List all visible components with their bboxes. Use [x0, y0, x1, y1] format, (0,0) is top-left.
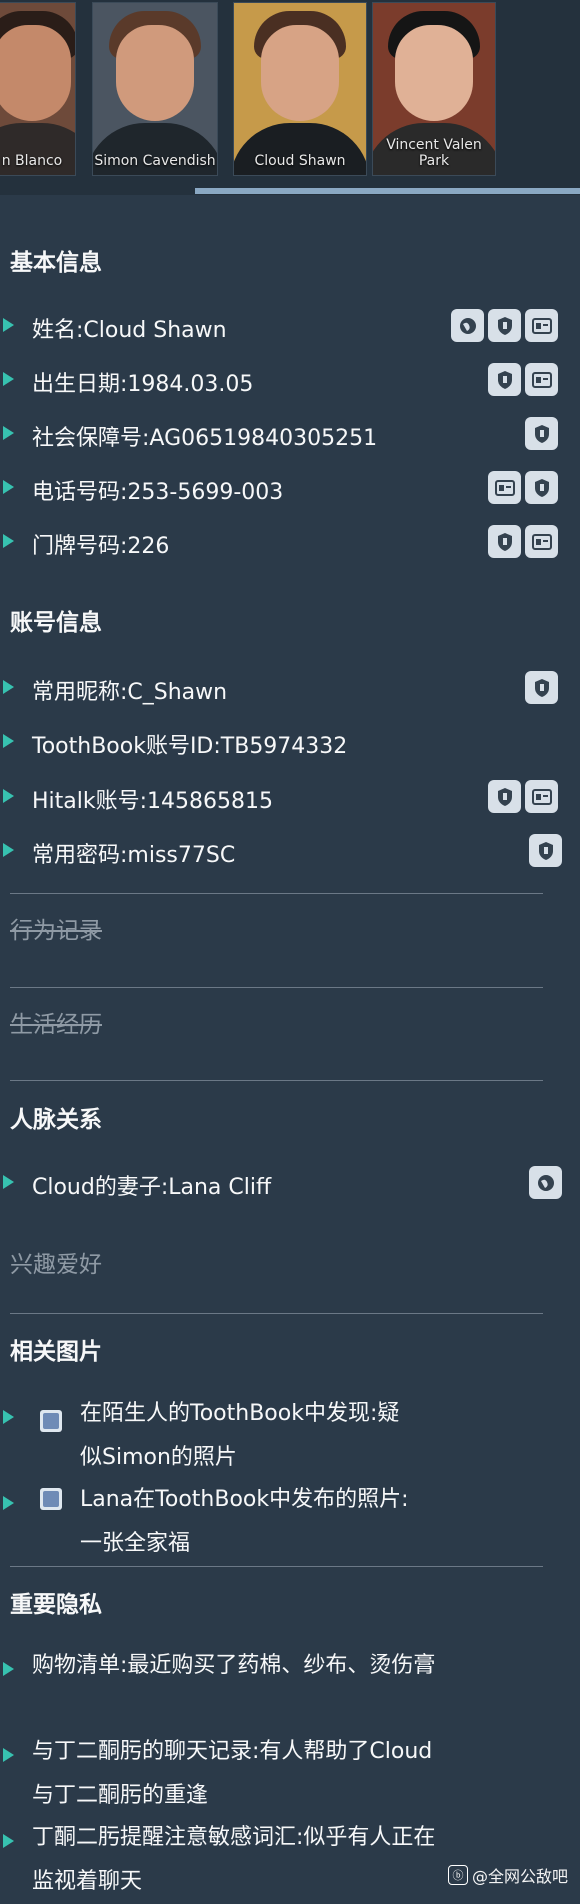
info-row[interactable]: Cloud的妻子:Lana Cliff	[0, 1163, 580, 1203]
info-row[interactable]: 常用密码:miss77SC	[0, 831, 580, 871]
divider	[10, 1080, 543, 1081]
info-row[interactable]: 常用昵称:C_Shawn	[0, 668, 580, 708]
privacy-text: 与丁二酮肟的聊天记录:有人帮助了Cloud与丁二酮肟的重逢	[32, 1739, 433, 1808]
portrait-card-1[interactable]: n Blanco	[0, 2, 76, 176]
id-card-icon[interactable]	[488, 471, 521, 504]
privacy-row[interactable]: 与丁二酮肟的聊天记录:有人帮助了Cloud与丁二酮肟的重逢	[0, 1726, 580, 1816]
portrait-card-2[interactable]: Simon Cavendish	[92, 2, 218, 176]
portrait-name: n Blanco	[1, 153, 63, 169]
privacy-row[interactable]: 购物清单:最近购买了药棉、纱布、烫伤膏	[0, 1640, 580, 1730]
section-title-relations: 人脉关系	[10, 1107, 102, 1133]
divider	[10, 987, 543, 988]
shield-icon[interactable]	[488, 780, 521, 813]
chevron-right-icon	[3, 534, 14, 548]
chevron-right-icon	[3, 372, 14, 386]
chevron-right-icon	[3, 843, 14, 857]
chevron-right-icon	[3, 1662, 14, 1676]
info-row[interactable]: 出生日期:1984.03.05	[0, 360, 580, 400]
globe-icon[interactable]	[451, 309, 484, 342]
portrait-name: Cloud Shawn	[254, 153, 346, 169]
section-title-behavior[interactable]: 行为记录	[10, 911, 102, 945]
chevron-right-icon	[3, 789, 14, 803]
portrait-card-3-selected[interactable]: Cloud Shawn	[233, 2, 367, 176]
shield-icon[interactable]	[488, 309, 521, 342]
portrait-name: Vincent Valen Park	[386, 137, 482, 169]
portrait-name: Simon Cavendish	[94, 153, 216, 169]
info-row[interactable]: 门牌号码:226	[0, 522, 580, 562]
section-title-hobbies[interactable]: 兴趣爱好	[10, 1245, 102, 1279]
info-text: 常用密码:miss77SC	[32, 843, 236, 868]
chevron-right-icon	[3, 1496, 14, 1510]
privacy-text: 丁酮二肟提醒注意敏感词汇:似乎有人正在监视着聊天	[32, 1825, 436, 1894]
divider	[10, 893, 543, 894]
section-title-account: 账号信息	[10, 610, 102, 636]
id-card-icon[interactable]	[525, 309, 558, 342]
shield-icon[interactable]	[525, 417, 558, 450]
watermark: ⓑ @全网公敌吧	[447, 1863, 568, 1887]
shield-icon[interactable]	[529, 834, 562, 867]
chevron-right-icon	[3, 734, 14, 748]
watermark-text: @全网公敌吧	[471, 1867, 568, 1886]
info-row[interactable]: 电话号码:253-5699-003	[0, 468, 580, 508]
shield-icon[interactable]	[488, 525, 521, 558]
photo-caption: 在陌生人的ToothBook中发现:疑似Simon的照片	[80, 1401, 400, 1470]
section-title-life[interactable]: 生活经历	[10, 1005, 102, 1039]
chevron-right-icon	[3, 480, 14, 494]
chevron-right-icon	[3, 1410, 14, 1424]
divider	[10, 1566, 543, 1567]
info-text: 出生日期:1984.03.05	[32, 372, 254, 397]
shield-icon[interactable]	[525, 471, 558, 504]
info-text: Hitalk账号:145865815	[32, 789, 274, 814]
chevron-right-icon	[3, 1175, 14, 1189]
chevron-right-icon	[3, 1748, 14, 1762]
id-card-icon[interactable]	[525, 780, 558, 813]
globe-icon[interactable]	[529, 1166, 562, 1199]
info-row[interactable]: 社会保障号:AG06519840305251	[0, 414, 580, 454]
info-text: 门牌号码:226	[32, 534, 170, 559]
weibo-badge-icon: ⓑ	[447, 1865, 468, 1885]
id-card-icon[interactable]	[525, 363, 558, 396]
chevron-right-icon	[3, 1834, 14, 1848]
divider	[10, 1313, 543, 1314]
chevron-right-icon	[3, 318, 14, 332]
privacy-text: 购物清单:最近购买了药棉、纱布、烫伤膏	[32, 1653, 436, 1678]
photo-caption: Lana在ToothBook中发布的照片:一张全家福	[80, 1487, 409, 1556]
info-text: ToothBook账号ID:TB5974332	[32, 734, 348, 759]
selection-indicator	[195, 188, 580, 194]
shield-icon[interactable]	[488, 363, 521, 396]
image-icon	[40, 1410, 62, 1432]
section-title-privacy: 重要隐私	[10, 1592, 102, 1618]
photo-row[interactable]: 在陌生人的ToothBook中发现:疑似Simon的照片	[0, 1388, 580, 1478]
info-text: 电话号码:253-5699-003	[32, 480, 284, 505]
info-text: 社会保障号:AG06519840305251	[32, 426, 378, 451]
info-row[interactable]: Hitalk账号:145865815	[0, 777, 580, 817]
portrait-card-4[interactable]: Vincent Valen Park	[372, 2, 496, 176]
chevron-right-icon	[3, 426, 14, 440]
photo-row[interactable]: Lana在ToothBook中发布的照片:一张全家福	[0, 1474, 580, 1564]
chevron-right-icon	[3, 680, 14, 694]
info-text: 姓名:Cloud Shawn	[32, 318, 227, 343]
section-title-photos: 相关图片	[10, 1339, 102, 1365]
portrait-strip: n Blanco Simon Cavendish Cloud Shawn Vin…	[0, 0, 580, 195]
image-icon	[40, 1488, 62, 1510]
info-row[interactable]: 姓名:Cloud Shawn	[0, 306, 580, 346]
id-card-icon[interactable]	[525, 525, 558, 558]
info-text: Cloud的妻子:Lana Cliff	[32, 1175, 272, 1200]
info-text: 常用昵称:C_Shawn	[32, 680, 228, 705]
shield-icon[interactable]	[525, 671, 558, 704]
section-title-basic: 基本信息	[10, 250, 102, 276]
info-row[interactable]: ToothBook账号ID:TB5974332	[0, 722, 580, 762]
